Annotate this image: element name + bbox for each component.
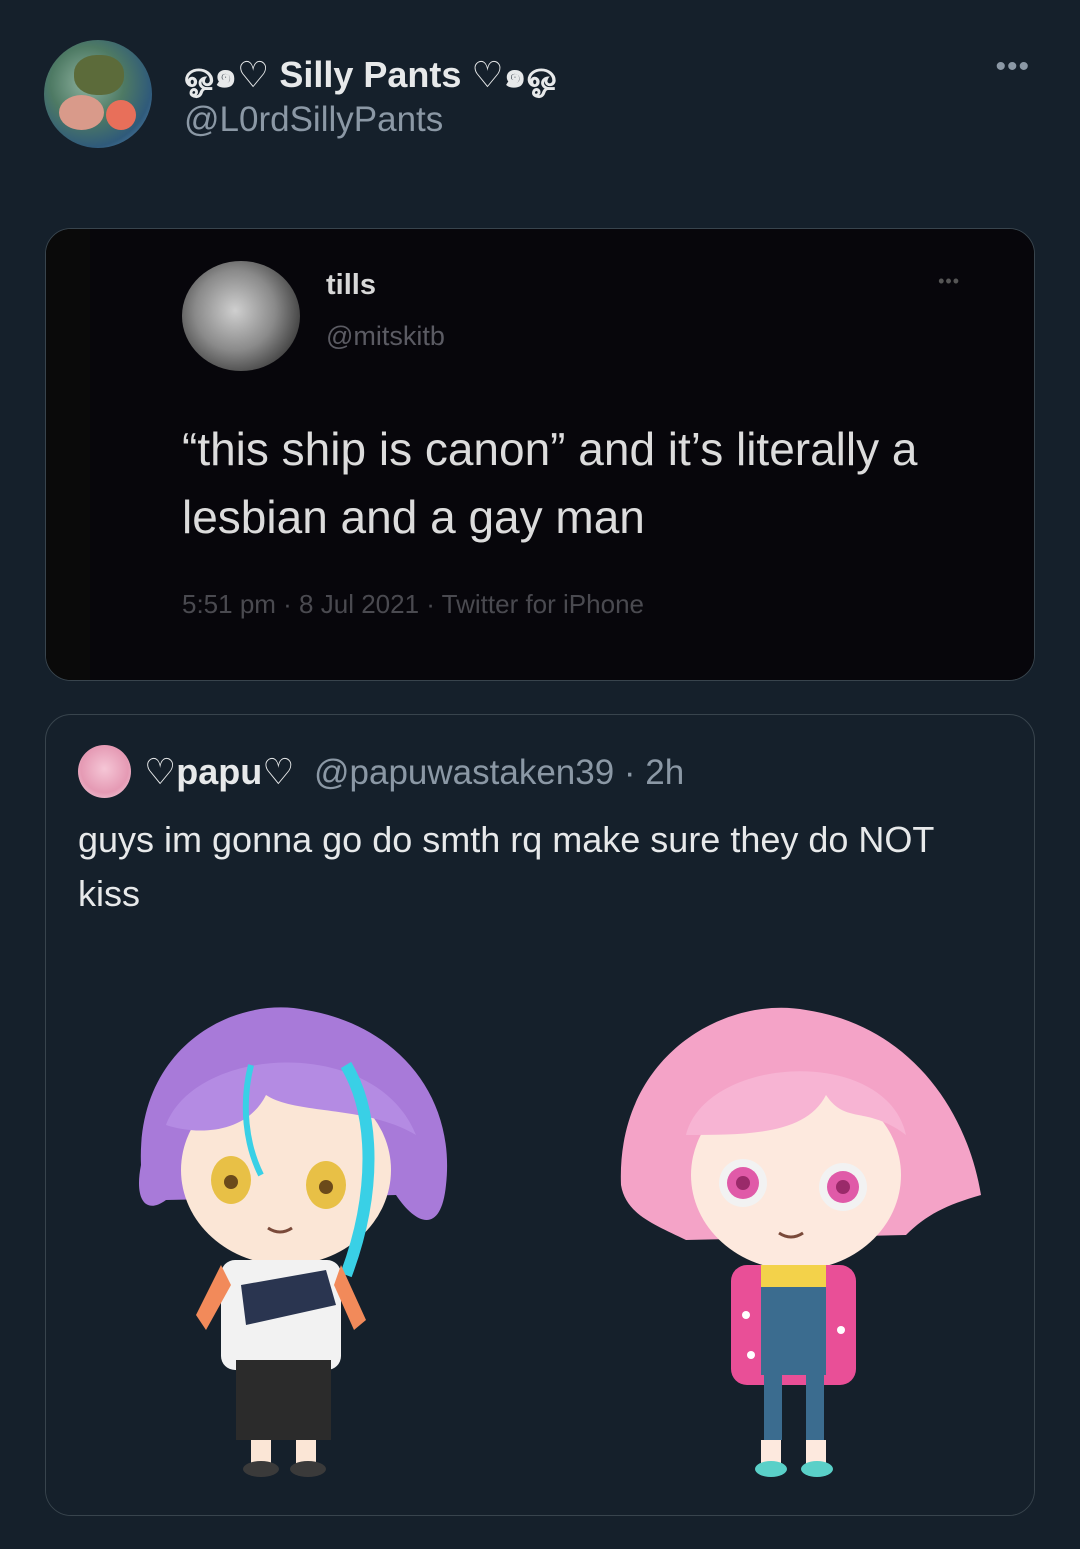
tweet-header: ஓ๑♡ Silly Pants ♡๑ஓ @L0rdSillyPants •••	[44, 40, 1036, 150]
screenshot-handle: @mitskitb	[326, 321, 445, 351]
author-handle[interactable]: @L0rdSillyPants	[184, 100, 443, 140]
quoted-tweet-image[interactable]	[46, 985, 1034, 1515]
screenshot-display-name: tills	[326, 269, 376, 301]
screenshot-more-icon: •••	[938, 271, 960, 291]
screenshot-tweet: tills @mitskitb ••• “this ship is canon”…	[90, 229, 1034, 680]
attached-image[interactable]: tills @mitskitb ••• “this ship is canon”…	[45, 228, 1035, 681]
screenshot-avatar	[182, 261, 300, 371]
more-options-icon[interactable]: •••	[995, 52, 1030, 82]
quoted-author-display-name[interactable]: ♡papu♡	[144, 751, 295, 793]
quoted-tweet-text: guys im gonna go do smth rq make sure th…	[78, 819, 934, 914]
avatar-art-shape	[59, 95, 104, 130]
author-avatar[interactable]	[44, 40, 152, 148]
avatar-art-shape	[74, 55, 124, 95]
author-display-name[interactable]: ஓ๑♡ Silly Pants ♡๑ஓ	[184, 46, 557, 103]
quoted-author-avatar[interactable]	[78, 745, 131, 798]
screenshot-timestamp: 5:51 pm · 8 Jul 2021 · Twitter for iPhon…	[182, 589, 644, 619]
chibi-characters-illustration	[138, 1007, 981, 1477]
quoted-tweet[interactable]: ♡papu♡ @papuwastaken39 · 2h guys im gonn…	[45, 714, 1035, 1516]
avatar-art-shape	[106, 100, 136, 130]
quoted-author-handle[interactable]: @papuwastaken39 · 2h	[314, 753, 684, 793]
image-letterbox	[46, 229, 90, 680]
screenshot-tweet-text: “this ship is canon” and it’s literally …	[182, 423, 918, 543]
purple-haired-character	[138, 1007, 448, 1477]
pink-haired-character	[620, 1007, 981, 1477]
